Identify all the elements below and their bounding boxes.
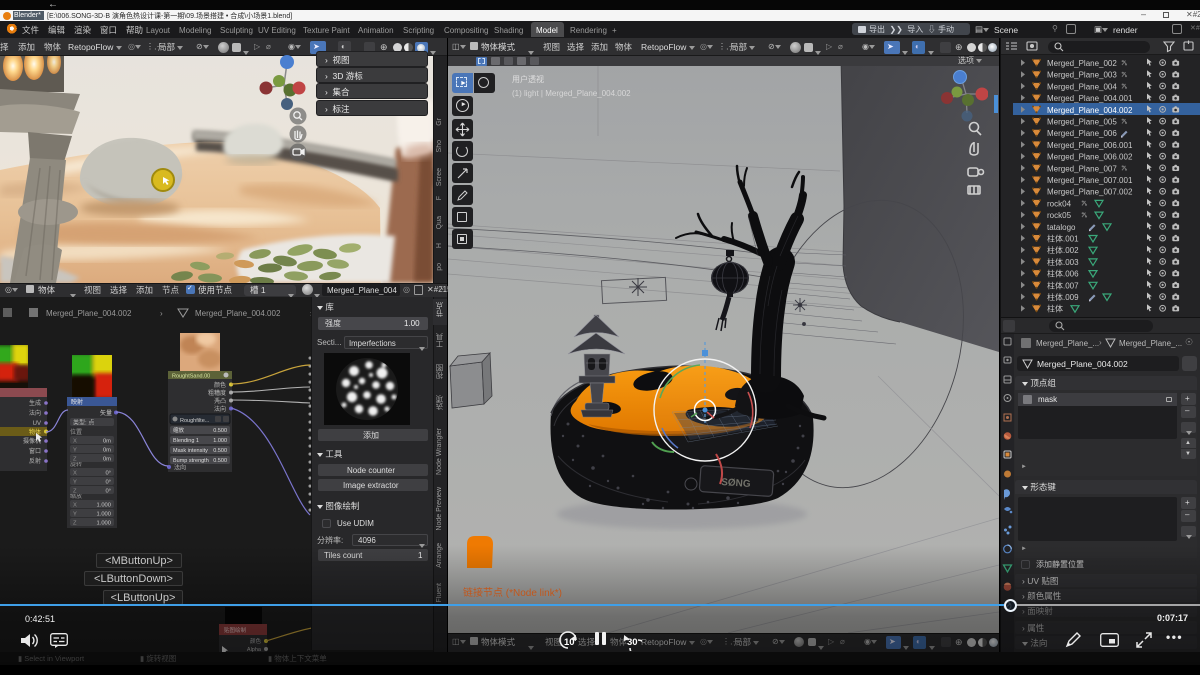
svg-text:位置: 位置 — [70, 428, 82, 436]
svg-text:1.000: 1.000 — [96, 521, 111, 527]
svg-text:0m: 0m — [103, 439, 111, 445]
svg-text:Merged_Plane_004.002: Merged_Plane_004.002 — [46, 309, 132, 318]
svg-text:物体: 物体 — [29, 428, 41, 436]
svg-text:1.000: 1.000 — [213, 438, 227, 444]
svg-text:0.500: 0.500 — [213, 458, 227, 464]
svg-text:生成: 生成 — [29, 399, 41, 407]
svg-text:Merged_Plane_006: Merged_Plane_006 — [1047, 129, 1117, 138]
svg-text:凴凸: 凴凸 — [214, 397, 226, 405]
svg-text:柱体.009: 柱体.009 — [1047, 292, 1079, 302]
svg-text:粗糟度: 粗糟度 — [208, 389, 226, 397]
svg-text:Merged_Plane_004.002: Merged_Plane_004.002 — [195, 309, 281, 318]
svg-text:Z: Z — [73, 521, 77, 527]
svg-text:Y: Y — [73, 512, 77, 518]
svg-text:Merged_Plane_002: Merged_Plane_002 — [1047, 59, 1117, 68]
svg-text:柱体.003: 柱体.003 — [1047, 257, 1079, 267]
svg-text:Merged_Plane_007.002: Merged_Plane_007.002 — [1047, 188, 1133, 197]
svg-text:X: X — [73, 471, 77, 477]
svg-text:X: X — [73, 503, 77, 509]
svg-text:类型: 点: 类型: 点 — [73, 419, 94, 427]
svg-text:Merged_Plane_007: Merged_Plane_007 — [1047, 164, 1117, 173]
svg-text:矢量: 矢量 — [100, 409, 112, 417]
svg-text:柱体.001: 柱体.001 — [1047, 234, 1079, 244]
svg-text:Merged_Plane_004: Merged_Plane_004 — [1047, 82, 1117, 91]
svg-text:Merged_Plane_006.002: Merged_Plane_006.002 — [1047, 153, 1133, 162]
svg-text:0.500: 0.500 — [213, 428, 227, 434]
svg-text:1.000: 1.000 — [96, 503, 111, 509]
svg-text:0°: 0° — [105, 471, 111, 477]
svg-text:Z: Z — [73, 489, 77, 495]
svg-text:Merged_Plane_003: Merged_Plane_003 — [1047, 71, 1117, 80]
svg-text:Merged_Plane_004.001: Merged_Plane_004.001 — [1047, 94, 1133, 103]
svg-text:SØNG: SØNG — [721, 477, 751, 490]
svg-text:Z: Z — [73, 457, 77, 463]
svg-text:rock04: rock04 — [1047, 199, 1072, 208]
svg-text:Mask intensity: Mask intensity — [173, 448, 208, 454]
svg-text:反射: 反射 — [29, 457, 41, 465]
svg-text:rock05: rock05 — [1047, 211, 1072, 220]
svg-text:窗口: 窗口 — [29, 447, 41, 455]
svg-text:颜色: 颜色 — [214, 381, 226, 389]
svg-text:法向: 法向 — [214, 405, 226, 413]
svg-text:RoughtSand.00: RoughtSand.00 — [172, 374, 210, 380]
svg-text:Y: Y — [73, 448, 77, 454]
svg-text:Y: Y — [73, 480, 77, 486]
svg-text:法向: 法向 — [29, 409, 41, 417]
svg-text:0°: 0° — [105, 480, 111, 486]
svg-text:Blending 1: Blending 1 — [173, 438, 199, 444]
svg-text:Merged_Plane_005: Merged_Plane_005 — [1047, 118, 1117, 127]
svg-text:映射: 映射 — [71, 398, 83, 406]
svg-text:0m: 0m — [103, 448, 111, 454]
svg-text:Merged_Plane_004.002: Merged_Plane_004.002 — [1047, 106, 1133, 115]
svg-text:X: X — [73, 439, 77, 445]
svg-text:1.000: 1.000 — [96, 512, 111, 518]
svg-text:10: 10 — [564, 637, 575, 648]
svg-text:›: › — [160, 309, 163, 318]
svg-text:30: 30 — [627, 637, 638, 648]
svg-text:柱体.002: 柱体.002 — [1047, 245, 1079, 255]
svg-text:缩放: 缩放 — [173, 426, 185, 434]
svg-text:Merged_Plane_007.001: Merged_Plane_007.001 — [1047, 176, 1133, 185]
svg-text:0m: 0m — [103, 457, 111, 463]
svg-text:柱体: 柱体 — [1047, 304, 1063, 314]
svg-text:0°: 0° — [105, 489, 111, 495]
svg-text:tatalogo: tatalogo — [1047, 223, 1076, 232]
svg-text:UV: UV — [33, 421, 41, 427]
svg-text:法向: 法向 — [174, 464, 186, 472]
svg-text:贴图绘制: 贴图绘制 — [224, 626, 247, 634]
svg-text:颜色: 颜色 — [250, 637, 262, 645]
svg-text:柱体.006: 柱体.006 — [1047, 269, 1079, 279]
svg-text:柱体.007: 柱体.007 — [1047, 280, 1079, 290]
svg-text:Bump strength: Bump strength — [173, 458, 209, 464]
svg-text:0.500: 0.500 — [213, 448, 227, 454]
svg-text:Merged_Plane_006.001: Merged_Plane_006.001 — [1047, 141, 1133, 150]
svg-text:Roughfilte...: Roughfilte... — [180, 418, 210, 424]
